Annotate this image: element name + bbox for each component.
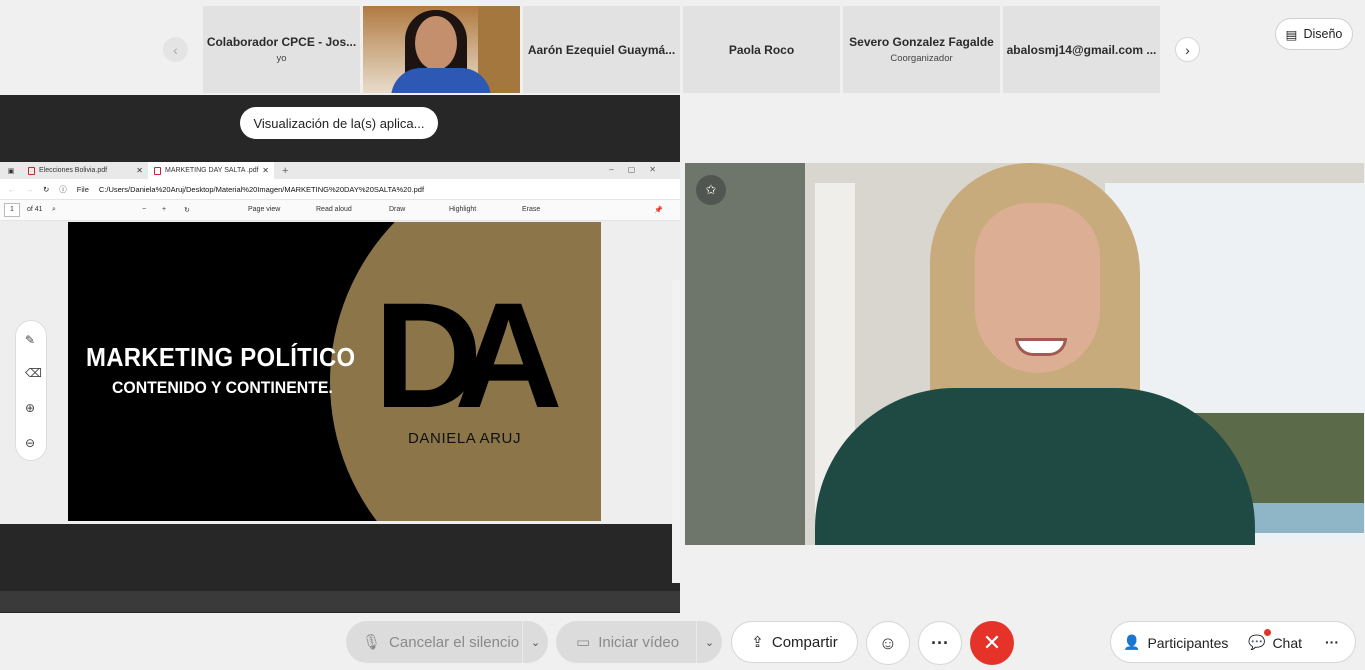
new-tab-icon: +	[282, 164, 289, 177]
info-icon: ⓘ	[59, 184, 67, 194]
slide-page: MARKETING POLÍTICO CONTENIDO Y CONTINENT…	[68, 222, 601, 521]
pdf-scrollbar	[672, 280, 680, 583]
pdf-viewport: MARKETING POLÍTICO CONTENIDO Y CONTINENT…	[0, 221, 680, 583]
address-bar: ← → ↻ ⓘ File C:/Users/Daniela%20Aruj/Des…	[0, 179, 680, 200]
layout-button-label: Diseño	[1303, 27, 1343, 41]
zoom-in-icon: +	[162, 206, 167, 213]
share-label: Compartir	[771, 633, 838, 651]
draw-label: Draw	[389, 206, 406, 213]
chevron-left-icon[interactable]: ‹	[163, 37, 188, 62]
slide-author: DANIELA ARUJ	[408, 430, 522, 447]
pdf-toolbar: 1 of 41 ⌕ − + ↻ Page view Read aloud Dra…	[0, 200, 680, 221]
participant-tile[interactable]: abalosmj14@gmail.com ...	[1003, 6, 1160, 93]
share-info-pill[interactable]: Visualización de la(s) aplica...	[240, 107, 438, 139]
meeting-controls: 🎙 Cancelar el silencio ⌄ ▭ Iniciar vídeo…	[0, 613, 1365, 670]
participants-label: Participantes	[1147, 634, 1229, 651]
zoom-in-icon[interactable]: ⊕	[25, 401, 35, 415]
browser-tabbar: ▣ Elecciones Bolivia.pdf ✕ MARKETING DAY…	[0, 162, 680, 179]
background-window	[685, 163, 805, 545]
close-icon: ✕	[136, 166, 143, 175]
pdf-icon	[154, 166, 161, 175]
shared-screen: Visualización de la(s) aplica... ▣ Elecc…	[0, 95, 680, 613]
page-total: of 41	[27, 206, 43, 213]
chat-button[interactable]: 💬 Chat	[1248, 634, 1302, 651]
address-url: C:/Users/Daniela%20Aruj/Desktop/Material…	[98, 184, 425, 194]
page-number-field: 1	[4, 203, 20, 217]
start-video-button[interactable]: ▭ Iniciar vídeo ⌄	[556, 621, 722, 663]
layout-button[interactable]: ▤ Diseño	[1275, 18, 1353, 50]
participant-name: Severo Gonzalez Fagalde	[849, 35, 994, 49]
refresh-icon: ↻	[43, 184, 50, 194]
active-speaker-video[interactable]	[685, 163, 1364, 545]
annotation-toolbar: ✎ ⌫ ⊕ ⊖	[15, 320, 47, 461]
pen-icon[interactable]: ✎	[25, 333, 35, 347]
unmute-label: Cancelar el silencio	[389, 633, 520, 651]
people-icon: 👤	[1123, 634, 1141, 650]
tab-title: MARKETING DAY SALTA .pdf	[165, 167, 259, 174]
participant-shirt	[391, 68, 491, 93]
participant-name: Paola Roco	[728, 42, 795, 57]
participant-strip: ‹ Colaborador CPCE - Jos... yo Aarón Eze…	[0, 0, 1365, 95]
share-icon: ⇪	[751, 634, 764, 651]
background-pool	[1245, 503, 1364, 533]
pdf-icon	[28, 166, 35, 175]
close-icon: ✕	[262, 166, 269, 175]
read-aloud-label: Read aloud	[316, 206, 352, 213]
search-icon: ⌕	[52, 206, 56, 213]
chevron-down-icon[interactable]: ⌄	[696, 621, 722, 663]
tab-actions-icon: ▣	[7, 167, 15, 175]
participant-name: abalosmj14@gmail.com ...	[1006, 42, 1157, 57]
eraser-icon[interactable]: ⌫	[25, 366, 42, 380]
layout-icon: ▤	[1285, 27, 1298, 42]
participant-tile[interactable]: Severo Gonzalez Fagalde Coorganizador	[843, 6, 1000, 93]
participant-tile[interactable]: Paola Roco	[683, 6, 840, 93]
share-button[interactable]: ⇪ Compartir	[731, 621, 858, 663]
address-prefix: File	[76, 184, 89, 194]
back-icon: ←	[8, 184, 16, 194]
participant-video-tile[interactable]	[363, 6, 520, 93]
participant-name: Aarón Ezequiel Guaymá...	[527, 42, 676, 57]
slide-title: MARKETING POLÍTICO	[86, 342, 356, 372]
browser-tab: Elecciones Bolivia.pdf ✕	[22, 162, 148, 179]
chevron-right-icon[interactable]: ›	[1175, 37, 1200, 62]
participant-role: Coorganizador	[890, 53, 953, 64]
rotate-icon: ↻	[184, 207, 190, 214]
chevron-down-icon[interactable]: ⌄	[522, 621, 548, 663]
shared-browser-window: ▣ Elecciones Bolivia.pdf ✕ MARKETING DAY…	[0, 162, 680, 612]
forward-icon: →	[25, 184, 34, 194]
camera-off-icon: ▭	[576, 634, 591, 651]
slide-logo: DA	[374, 271, 563, 439]
pin-toolbar-icon: 📌	[654, 207, 663, 214]
browser-tab-active: MARKETING DAY SALTA .pdf ✕	[148, 162, 274, 179]
unmute-button[interactable]: 🎙 Cancelar el silencio ⌄	[346, 621, 548, 663]
zoom-out-icon: −	[142, 206, 147, 213]
more-icon[interactable]: ···	[918, 621, 962, 665]
participant-tile[interactable]: Aarón Ezequiel Guaymá...	[523, 6, 680, 93]
more-icon[interactable]: ···	[1325, 634, 1339, 650]
close-icon[interactable]: ✕	[970, 621, 1014, 665]
chat-label: Chat	[1272, 634, 1303, 651]
participant-role: yo	[276, 53, 287, 64]
chat-unread-badge	[1264, 629, 1271, 636]
pin-icon[interactable]: ✩	[696, 175, 726, 205]
page-view-label: Page view	[248, 206, 281, 213]
taskbar-strip	[0, 591, 680, 612]
zoom-out-icon[interactable]: ⊖	[25, 436, 35, 450]
chat-icon: 💬	[1248, 634, 1266, 650]
participant-tile[interactable]: Colaborador CPCE - Jos... yo	[203, 6, 360, 93]
window-controls: –▢✕	[609, 165, 670, 174]
participant-face	[415, 16, 457, 70]
side-panel-buttons: 👤 Participantes 💬 Chat ···	[1110, 621, 1356, 663]
tab-title: Elecciones Bolivia.pdf	[39, 167, 108, 174]
smiley-icon[interactable]: ☺	[866, 621, 910, 665]
start-video-label: Iniciar vídeo	[598, 633, 680, 651]
slide-subtitle: CONTENIDO Y CONTINENTE.	[112, 378, 333, 397]
highlight-label: Highlight	[449, 206, 477, 213]
participant-name: Colaborador CPCE - Jos...	[206, 35, 357, 49]
participants-button[interactable]: 👤 Participantes	[1123, 634, 1228, 651]
speaker-shirt	[815, 388, 1255, 545]
mic-muted-icon: 🎙	[362, 634, 382, 651]
erase-label: Erase	[522, 206, 541, 213]
